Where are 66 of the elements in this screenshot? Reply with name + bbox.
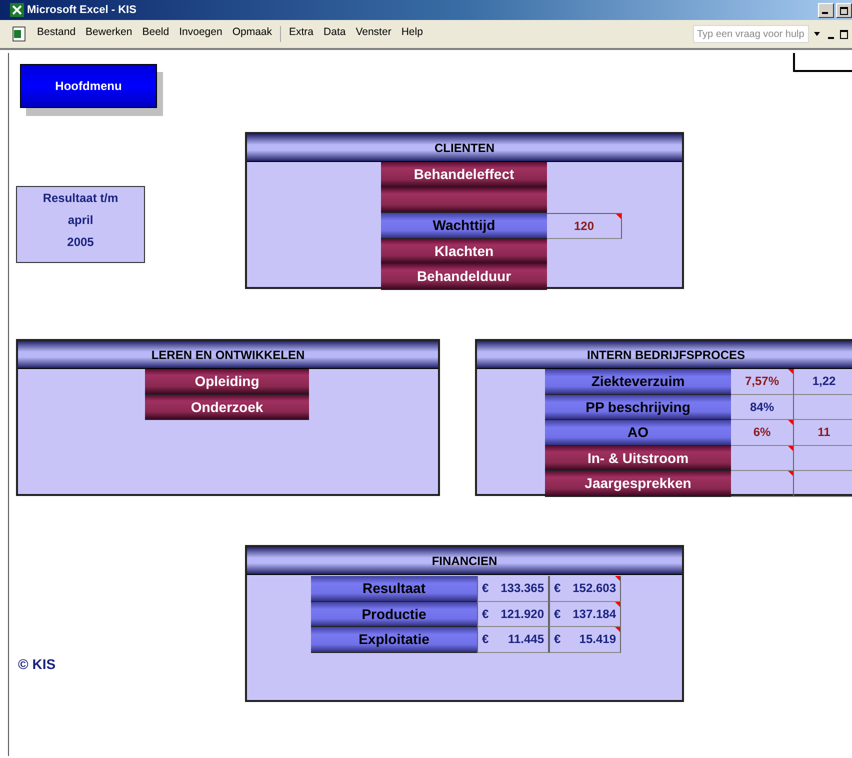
amount-text: 152.603 xyxy=(572,581,616,596)
comment-marker-icon xyxy=(788,369,793,374)
main-menu-button[interactable]: Hoofdmenu xyxy=(20,64,157,108)
period-text: 2005 xyxy=(67,235,94,249)
category-button[interactable]: AO xyxy=(545,420,731,446)
comment-marker-icon xyxy=(788,446,793,450)
cell-border xyxy=(793,53,852,72)
copyright-text: © KIS xyxy=(18,656,56,672)
menu-item[interactable]: Invoegen xyxy=(174,26,228,42)
currency-symbol: € xyxy=(482,632,489,646)
menu-item[interactable]: Data xyxy=(318,26,351,42)
menu-item[interactable]: Beeld xyxy=(137,26,174,42)
category-button[interactable]: Behandelduur xyxy=(381,264,547,290)
menu-item[interactable]: Extra xyxy=(284,26,319,42)
amount-text: 133.365 xyxy=(500,581,544,596)
category-button[interactable]: Onderzoek xyxy=(145,394,309,420)
spreadsheet-icon xyxy=(12,26,26,42)
spreadsheet-icon xyxy=(10,3,24,17)
comment-marker-icon xyxy=(788,420,793,425)
category-button[interactable]: Jaargesprekken xyxy=(545,471,731,496)
help-search-field[interactable]: Typ een vraag voor hulp xyxy=(693,25,809,43)
window-title: Microsoft Excel - KIS xyxy=(27,4,136,16)
category-button[interactable]: Wachttijd xyxy=(381,213,547,238)
category-button[interactable]: PP beschrijving xyxy=(545,394,731,420)
amount-text: 11.445 xyxy=(508,632,544,646)
category-button[interactable]: Exploitatie xyxy=(311,627,477,652)
comment-marker-icon xyxy=(615,602,620,606)
value-cell: 11 xyxy=(794,420,852,446)
panel-header: INTERN BEDRIJFSPROCES xyxy=(477,341,852,369)
restore-button[interactable] xyxy=(840,30,848,38)
menu-item[interactable]: Opmaak xyxy=(227,26,277,42)
comment-marker-icon xyxy=(616,214,621,219)
category-button[interactable]: Opleiding xyxy=(145,369,309,394)
menu-item[interactable]: Bewerken xyxy=(80,26,138,42)
comment-marker-icon xyxy=(615,627,620,632)
amount-text: 121.920 xyxy=(500,606,544,621)
panel-header: FINANCIEN xyxy=(247,547,682,575)
dropdown-arrow-icon[interactable] xyxy=(814,32,820,36)
category-button[interactable]: Productie xyxy=(311,602,477,627)
menu-item[interactable]: Venster xyxy=(350,26,396,42)
currency-symbol: € xyxy=(554,632,561,646)
comment-marker-icon xyxy=(615,576,620,581)
comment-marker-icon xyxy=(788,471,793,476)
currency-symbol: € xyxy=(482,581,489,596)
menu-item[interactable]: Help xyxy=(396,26,428,42)
period-text: Resultaat t/m xyxy=(42,191,118,205)
category-button[interactable]: Behandeleffect xyxy=(381,162,547,188)
minimize-button[interactable] xyxy=(818,2,834,18)
category-button[interactable]: Resultaat xyxy=(311,576,477,602)
value-cell: 6% xyxy=(731,420,794,446)
panel-header: LEREN EN ONTWIKKELEN xyxy=(18,341,438,369)
category-button[interactable]: Klachten xyxy=(381,238,547,264)
panel-header: CLIENTEN xyxy=(247,134,682,162)
category-button[interactable]: Ziekteverzuim xyxy=(545,369,731,394)
amount-text: 137.184 xyxy=(572,606,616,621)
period-text: april xyxy=(68,213,94,227)
currency-symbol: € xyxy=(554,606,561,621)
value-cell: 84% xyxy=(731,394,794,420)
currency-symbol: € xyxy=(482,606,489,621)
amount-text: 15.419 xyxy=(579,632,616,646)
value-cell: 1,22 xyxy=(794,369,852,394)
category-button[interactable]: In- & Uitstroom xyxy=(545,446,731,471)
value-cell: 7,57% xyxy=(731,369,794,394)
menu-item[interactable]: Bestand xyxy=(32,26,81,42)
currency-symbol: € xyxy=(554,581,561,596)
value-cell: 120 xyxy=(547,213,622,238)
